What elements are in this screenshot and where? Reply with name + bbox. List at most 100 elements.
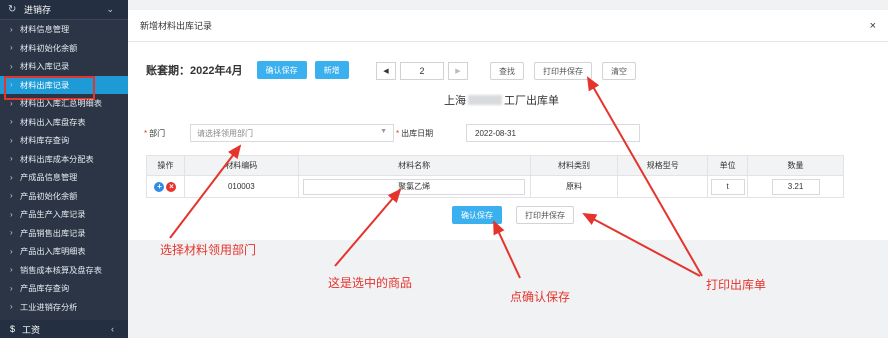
chevron-right-icon: › <box>10 246 13 256</box>
redacted-name <box>468 95 502 105</box>
chevron-right-icon: › <box>10 172 13 182</box>
print-save-button[interactable]: 打印并保存 <box>534 62 592 80</box>
sidebar-item-label: 材料初始化余额 <box>20 43 78 53</box>
chevron-right-icon: › <box>10 154 13 164</box>
sidebar-section-salary[interactable]: $ 工资 ‹ <box>0 320 128 338</box>
sidebar-item-label: 材料出入库盘存表 <box>20 117 86 127</box>
delete-row-icon[interactable]: × <box>166 181 177 192</box>
chevron-down-icon: ⌄ <box>106 4 114 14</box>
quantity-cell[interactable]: 3.21 <box>747 175 844 198</box>
refresh-icon: ↻ <box>8 3 17 15</box>
add-row-icon[interactable]: + <box>154 181 165 192</box>
sidebar-section-label: 工资 <box>22 324 41 335</box>
next-page-button[interactable]: ▶ <box>448 62 468 80</box>
sidebar-menu: › 材料信息管理 › 材料初始化余额 › 材料入库记录 › 材料出库记录 › 材料出入库汇… <box>0 20 128 316</box>
department-placeholder: 请选择领用部门 <box>197 128 253 138</box>
sidebar-item-label: 产品销售出库记录 <box>20 228 86 238</box>
sidebar-item[interactable]: › 材料出入库盘存表 <box>0 113 128 132</box>
outbound-record-dialog: 新增材料出库记录 × 账套期：2022年4月 确认保存 新增 ◀ 2 ▶ 查找 … <box>128 10 888 338</box>
table-row: + × 010003 聚氯乙烯 原料 t 3.21 <box>146 175 844 198</box>
sidebar-item[interactable]: › 材料库存查询 <box>0 131 128 150</box>
clear-button[interactable]: 清空 <box>602 62 636 80</box>
sidebar-section-label: 进销存 <box>24 5 52 15</box>
quantity-input[interactable]: 3.21 <box>771 178 820 195</box>
sidebar-item-label: 工业进销存分析 <box>20 302 78 312</box>
column-header: 数量 <box>747 155 844 176</box>
chevron-right-icon: › <box>10 80 13 90</box>
bottom-confirm-save-button[interactable]: 确认保存 <box>452 206 502 224</box>
chevron-right-icon: › <box>10 283 13 293</box>
sidebar-item-label: 产品生产入库记录 <box>20 210 86 220</box>
sidebar-item[interactable]: › 材料入库记录 <box>0 57 128 76</box>
prev-page-button[interactable]: ◀ <box>376 62 396 80</box>
outbound-date-input[interactable]: 2022-08-31 <box>466 124 640 142</box>
sidebar-item[interactable]: › 材料出入库汇总明细表 <box>0 94 128 113</box>
sidebar-item-label: 材料库存查询 <box>20 136 70 146</box>
sidebar-item-label: 材料出入库汇总明细表 <box>20 99 102 109</box>
sidebar-item-material-outbound[interactable]: › 材料出库记录 <box>0 75 128 99</box>
sidebar-item-label: 材料出库记录 <box>20 80 70 90</box>
top-strip <box>128 0 888 10</box>
sidebar-item[interactable]: › 销售成本核算及盘存表 <box>0 261 128 280</box>
sidebar-item[interactable]: › 产品库存查询 <box>0 279 128 298</box>
chevron-right-icon: › <box>10 117 13 127</box>
document-title: 上海 工厂出库单 <box>444 92 559 108</box>
bottom-print-save-button[interactable]: 打印并保存 <box>516 206 574 224</box>
toolbar: 账套期：2022年4月 确认保存 新增 <box>146 60 349 80</box>
material-code-cell: 010003 <box>183 175 299 198</box>
page-input[interactable]: 2 <box>400 62 444 80</box>
sidebar-item[interactable]: › 材料出库成本分配表 <box>0 150 128 169</box>
column-header: 材料编码 <box>183 155 299 176</box>
department-select[interactable]: 请选择领用部门 ▼ <box>190 124 394 142</box>
sidebar-item[interactable]: › 产品销售出库记录 <box>0 224 128 243</box>
chevron-right-icon: › <box>10 228 13 238</box>
sidebar-item-label: 产品出入库明细表 <box>20 247 86 257</box>
sidebar: ↻ 进销存 ⌄ › 材料信息管理 › 材料初始化余额 › 材料入库记录 › 材料出库记录… <box>0 0 128 338</box>
chevron-right-icon: › <box>10 302 13 312</box>
sidebar-item-label: 产成品信息管理 <box>20 173 78 183</box>
sidebar-item[interactable]: › 材料信息管理 <box>0 20 128 39</box>
row-ops-cell: + × <box>146 175 185 198</box>
sidebar-item-label: 产品初始化余额 <box>20 191 78 201</box>
sidebar-item[interactable]: › 产成品信息管理 <box>0 168 128 187</box>
column-header: 材料名称 <box>297 155 531 176</box>
sidebar-item-label: 材料入库记录 <box>20 62 70 72</box>
chevron-right-icon: › <box>10 43 13 53</box>
dialog-title: 新增材料出库记录 <box>140 21 213 31</box>
unit-cell[interactable]: t <box>707 175 749 198</box>
column-header: 操作 <box>146 155 185 176</box>
sidebar-item[interactable]: › 材料初始化余额 <box>0 39 128 58</box>
chevron-down-icon: ▼ <box>380 128 387 135</box>
annotation-item: 这是选中的商品 <box>328 276 413 290</box>
pager: ◀ 2 ▶ <box>376 62 468 80</box>
annotation-save: 点确认保存 <box>510 290 571 304</box>
department-label: * 部门 <box>144 129 166 138</box>
add-button[interactable]: 新增 <box>314 61 349 79</box>
sidebar-item-label: 产品库存查询 <box>20 284 70 294</box>
chevron-right-icon: › <box>10 209 13 219</box>
find-button[interactable]: 查找 <box>490 62 524 80</box>
chevron-right-icon: › <box>10 61 13 71</box>
chevron-right-icon: › <box>10 135 13 145</box>
document-title-prefix: 上海 <box>444 95 466 107</box>
form-row: * 部门 请选择领用部门 ▼ * 出库日期 2022-08-31 <box>128 124 888 144</box>
material-name-cell[interactable]: 聚氯乙烯 <box>297 175 531 198</box>
unit-input[interactable]: t <box>710 178 745 195</box>
material-category-cell: 原料 <box>529 175 619 198</box>
accounting-period: 账套期：2022年4月 <box>146 65 243 77</box>
material-table: 操作 材料编码 材料名称 材料类别 规格型号 单位 数量 + × 010003 … <box>146 155 844 198</box>
chevron-right-icon: › <box>10 98 13 108</box>
column-header: 规格型号 <box>617 155 709 176</box>
dollar-icon: $ <box>10 324 16 334</box>
sidebar-item[interactable]: › 产品出入库明细表 <box>0 242 128 261</box>
chevron-right-icon: › <box>10 24 13 34</box>
sidebar-item[interactable]: › 工业进销存分析 <box>0 298 128 317</box>
column-header: 材料类别 <box>529 155 619 176</box>
sidebar-section-inventory[interactable]: ↻ 进销存 ⌄ <box>0 0 128 20</box>
confirm-save-button[interactable]: 确认保存 <box>256 61 307 79</box>
close-icon[interactable]: × <box>870 20 876 32</box>
material-name-input[interactable]: 聚氯乙烯 <box>303 178 526 195</box>
sidebar-item[interactable]: › 产品生产入库记录 <box>0 205 128 224</box>
sidebar-item[interactable]: › 产品初始化余额 <box>0 187 128 206</box>
chevron-right-icon: › <box>10 191 13 201</box>
